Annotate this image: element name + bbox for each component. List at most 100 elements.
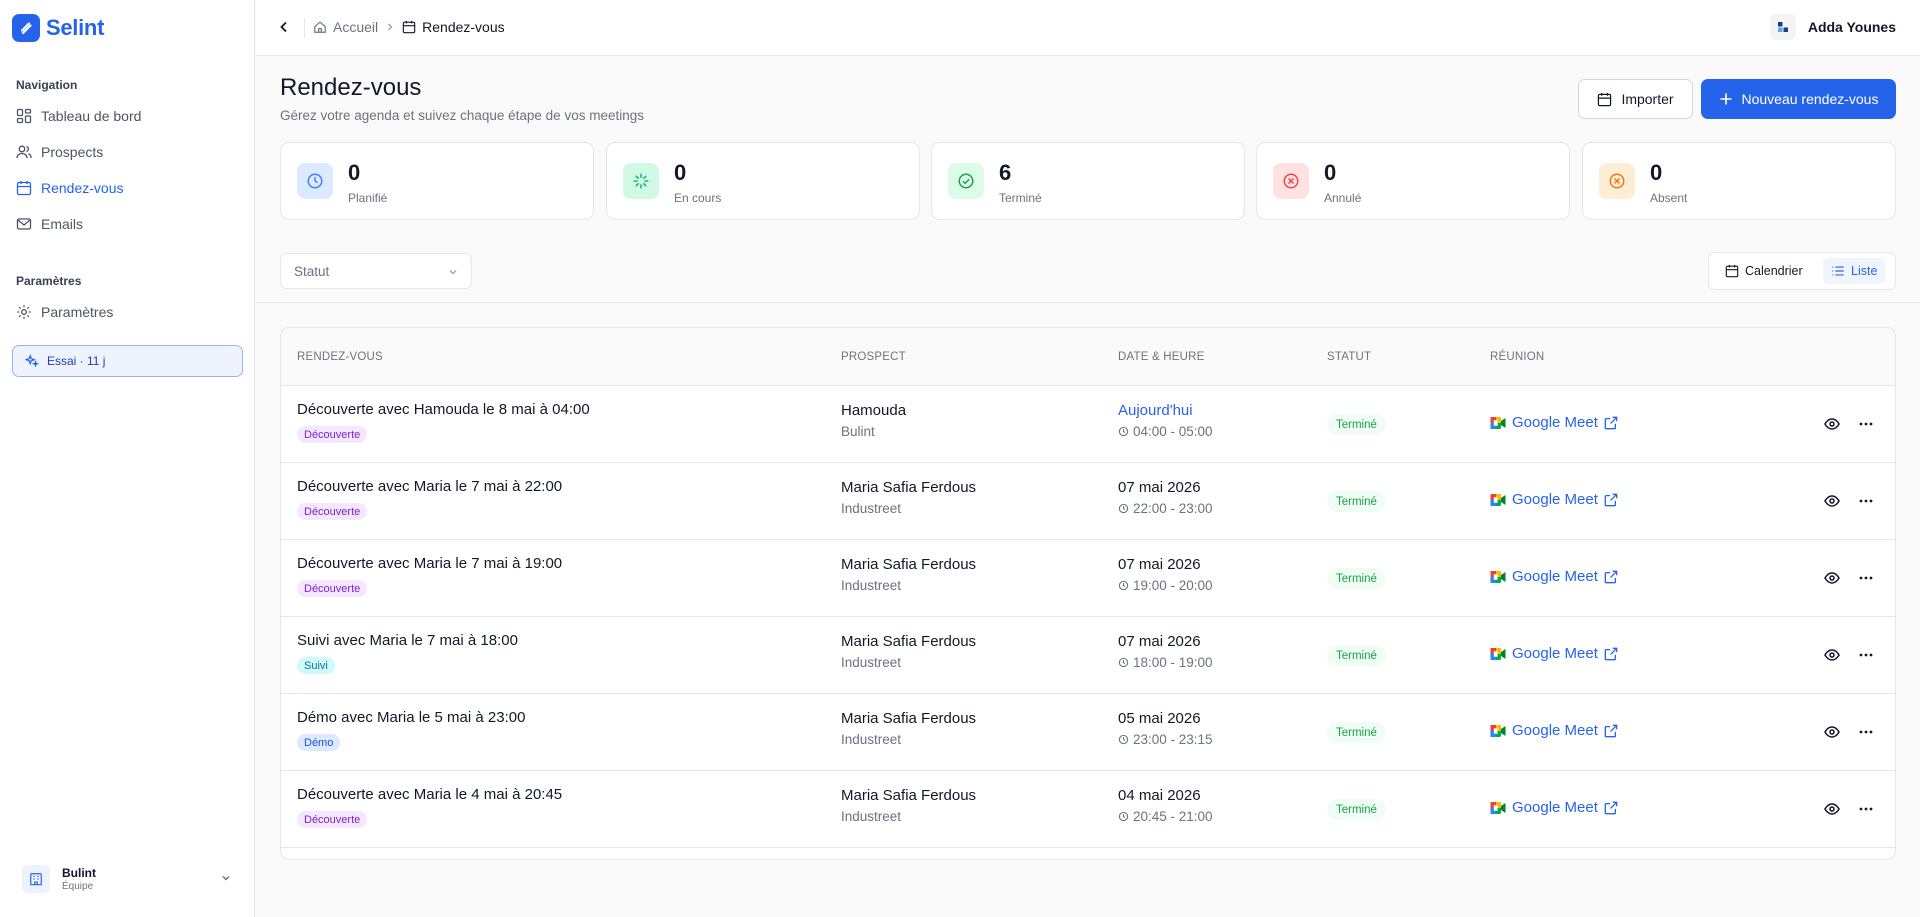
stat-value: 0 bbox=[674, 160, 687, 185]
more-actions-button[interactable] bbox=[1856, 645, 1876, 665]
check-circle-icon bbox=[948, 163, 984, 199]
user-menu[interactable]: Adda Younes bbox=[1769, 14, 1896, 40]
loader-icon bbox=[623, 163, 659, 199]
sidebar-item-rendez-vous[interactable]: Rendez-vous bbox=[16, 173, 241, 203]
eye-icon bbox=[1824, 803, 1840, 815]
view-details-button[interactable] bbox=[1822, 722, 1842, 742]
import-label: Importer bbox=[1621, 91, 1674, 107]
stat-card-termine: 6 Terminé bbox=[931, 142, 1245, 220]
appointment-title: Démo avec Maria le 5 mai à 23:00 bbox=[297, 709, 526, 726]
breadcrumb-current: Rendez-vous bbox=[422, 19, 505, 35]
appointment-time-range: 23:00 - 23:15 bbox=[1133, 732, 1213, 747]
prospect-name[interactable]: Maria Safia Ferdous bbox=[841, 556, 976, 573]
more-actions-button[interactable] bbox=[1856, 414, 1876, 434]
appointment-type-tag: Découverte bbox=[297, 811, 368, 828]
google-meet-icon bbox=[1490, 801, 1506, 814]
users-icon bbox=[16, 145, 32, 159]
more-horizontal-icon bbox=[1859, 807, 1873, 811]
clock-icon bbox=[297, 163, 333, 199]
appointment-time: 23:00 - 23:15 bbox=[1118, 732, 1213, 747]
app-logo[interactable]: Selint bbox=[12, 14, 104, 42]
google-meet-link[interactable]: Google Meet bbox=[1490, 491, 1618, 508]
more-horizontal-icon bbox=[1859, 730, 1873, 734]
stat-card-annule: 0 Annulé bbox=[1256, 142, 1570, 220]
google-meet-link[interactable]: Google Meet bbox=[1490, 799, 1618, 816]
more-horizontal-icon bbox=[1859, 422, 1873, 426]
prospect-name[interactable]: Maria Safia Ferdous bbox=[841, 787, 976, 804]
sidebar-item-label: Tableau de bord bbox=[41, 108, 142, 124]
google-meet-icon bbox=[1490, 724, 1506, 737]
view-details-button[interactable] bbox=[1822, 568, 1842, 588]
clock-icon bbox=[1118, 503, 1129, 514]
view-details-button[interactable] bbox=[1822, 414, 1842, 434]
status-filter-placeholder: Statut bbox=[294, 263, 330, 279]
view-details-button[interactable] bbox=[1822, 645, 1842, 665]
calendar-icon bbox=[16, 181, 32, 196]
prospect-name[interactable]: Maria Safia Ferdous bbox=[841, 479, 976, 496]
view-details-button[interactable] bbox=[1822, 491, 1842, 511]
more-actions-button[interactable] bbox=[1856, 491, 1876, 511]
new-appointment-button[interactable]: Nouveau rendez-vous bbox=[1701, 79, 1896, 119]
eye-icon bbox=[1824, 495, 1840, 507]
sidebar-item-settings[interactable]: Paramètres bbox=[16, 297, 241, 327]
table-row[interactable]: Démo avec Maria le 5 mai à 23:00 Démo Ma… bbox=[281, 694, 1895, 771]
back-arrow-icon[interactable] bbox=[276, 19, 292, 35]
trial-badge[interactable]: Essai · 11 j bbox=[12, 345, 243, 377]
column-header-reunion: RÉUNION bbox=[1490, 351, 1545, 363]
sidebar-item-dashboard[interactable]: Tableau de bord bbox=[16, 101, 241, 131]
more-actions-button[interactable] bbox=[1856, 722, 1876, 742]
google-meet-link[interactable]: Google Meet bbox=[1490, 568, 1618, 585]
google-meet-icon bbox=[1490, 493, 1506, 506]
external-link-icon bbox=[1604, 647, 1618, 660]
prospect-name[interactable]: Maria Safia Ferdous bbox=[841, 633, 976, 650]
external-link-icon bbox=[1604, 493, 1618, 506]
appointment-date: 07 mai 2026 bbox=[1118, 556, 1201, 573]
stat-card-absent: 0 Absent bbox=[1582, 142, 1896, 220]
google-meet-icon bbox=[1490, 570, 1506, 583]
prospect-name[interactable]: Maria Safia Ferdous bbox=[841, 710, 976, 727]
more-horizontal-icon bbox=[1859, 653, 1873, 657]
google-meet-link[interactable]: Google Meet bbox=[1490, 414, 1618, 431]
google-meet-link[interactable]: Google Meet bbox=[1490, 722, 1618, 739]
stat-card-planifie: 0 Planifié bbox=[280, 142, 594, 220]
meeting-label: Google Meet bbox=[1512, 645, 1598, 662]
prospect-company: Bulint bbox=[841, 424, 875, 439]
new-appointment-label: Nouveau rendez-vous bbox=[1741, 91, 1879, 107]
breadcrumb-home[interactable]: Accueil bbox=[333, 19, 378, 35]
building-icon bbox=[22, 865, 50, 893]
table-row[interactable]: Découverte avec Maria le 7 mai à 22:00 D… bbox=[281, 463, 1895, 540]
status-badge: Terminé bbox=[1327, 491, 1386, 512]
chevron-down-icon bbox=[449, 270, 457, 275]
workspace-icon bbox=[1777, 22, 1788, 32]
google-meet-link[interactable]: Google Meet bbox=[1490, 645, 1618, 662]
sidebar-item-emails[interactable]: Emails bbox=[16, 209, 241, 239]
status-badge: Terminé bbox=[1327, 414, 1386, 435]
view-calendar-button[interactable]: Calendrier bbox=[1717, 258, 1811, 284]
prospect-name[interactable]: Hamouda bbox=[841, 402, 906, 419]
team-switcher[interactable]: Bulint Équipe bbox=[22, 862, 232, 896]
more-actions-button[interactable] bbox=[1856, 568, 1876, 588]
home-icon bbox=[314, 21, 326, 33]
appointment-title: Suivi avec Maria le 7 mai à 18:00 bbox=[297, 632, 518, 649]
view-list-button[interactable]: Liste bbox=[1823, 258, 1886, 284]
appointment-date: 07 mai 2026 bbox=[1118, 479, 1201, 496]
appointment-title: Découverte avec Hamouda le 8 mai à 04:00 bbox=[297, 401, 590, 418]
appointment-time: 19:00 - 20:00 bbox=[1118, 578, 1213, 593]
table-row[interactable]: Découverte avec Maria le 7 mai à 19:00 D… bbox=[281, 540, 1895, 617]
view-details-button[interactable] bbox=[1822, 799, 1842, 819]
table-row[interactable]: Suivi avec Maria le 7 mai à 18:00 Suivi … bbox=[281, 617, 1895, 694]
prospect-company: Industreet bbox=[841, 578, 902, 593]
mail-icon bbox=[16, 218, 32, 230]
table-row[interactable]: Découverte avec Maria le 4 mai à 20:45 D… bbox=[281, 771, 1895, 848]
stat-value: 6 bbox=[999, 160, 1012, 185]
appointment-time: 20:45 - 21:00 bbox=[1118, 809, 1213, 824]
import-button[interactable]: Importer bbox=[1578, 79, 1693, 119]
more-actions-button[interactable] bbox=[1856, 799, 1876, 819]
table-row[interactable]: Découverte avec Hamouda le 8 mai à 04:00… bbox=[281, 386, 1895, 463]
status-filter-select[interactable]: Statut bbox=[280, 253, 472, 289]
status-badge: Terminé bbox=[1327, 799, 1386, 820]
meeting-label: Google Meet bbox=[1512, 799, 1598, 816]
page-title: Rendez-vous bbox=[280, 74, 422, 101]
appointment-title: Découverte avec Maria le 7 mai à 22:00 bbox=[297, 478, 563, 495]
sidebar-item-prospects[interactable]: Prospects bbox=[16, 137, 241, 167]
